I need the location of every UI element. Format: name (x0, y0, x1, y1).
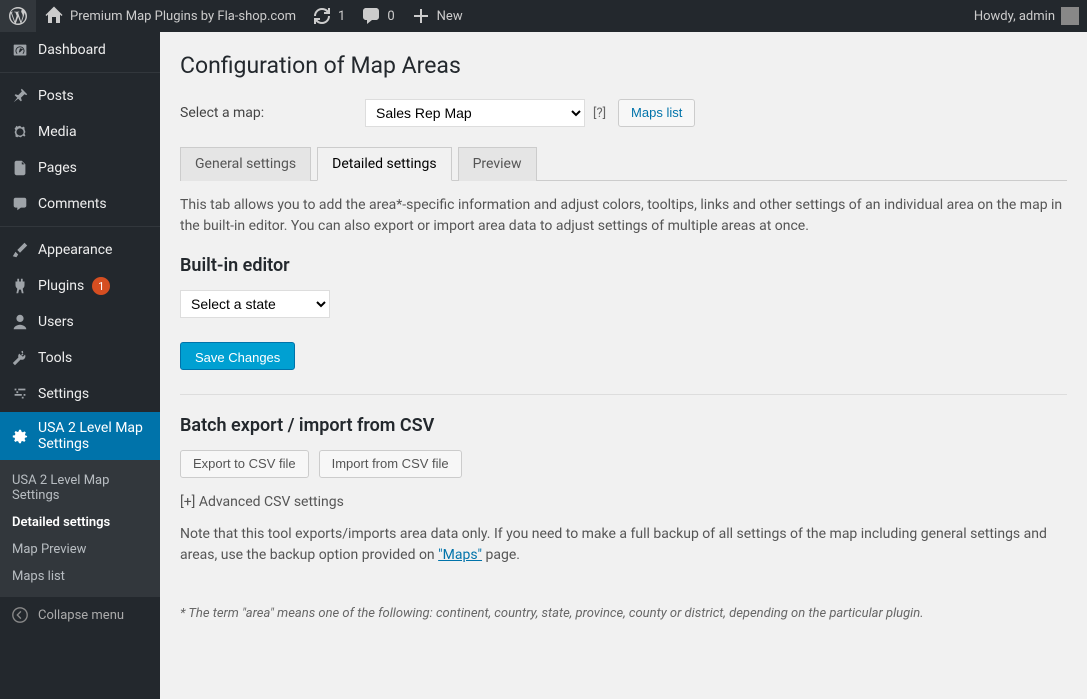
plug-icon (10, 276, 30, 296)
submenu-settings[interactable]: USA 2 Level Map Settings (0, 467, 160, 509)
new-label: New (437, 9, 463, 24)
wp-logo[interactable] (0, 0, 36, 32)
brush-icon (10, 240, 30, 260)
menu-pages[interactable]: Pages (0, 150, 160, 186)
divider (180, 394, 1067, 395)
menu-plugins[interactable]: Plugins 1 (0, 268, 160, 304)
tab-description: This tab allows you to add the area*-spe… (180, 195, 1067, 237)
plus-icon (411, 6, 431, 26)
greeting-text: Howdy, admin (974, 9, 1055, 24)
sliders-icon (10, 384, 30, 404)
menu-settings[interactable]: Settings (0, 376, 160, 412)
import-csv-button[interactable]: Import from CSV file (319, 450, 462, 478)
collapse-menu[interactable]: Collapse menu (0, 597, 160, 633)
updates-count: 1 (338, 9, 345, 24)
menu-comments[interactable]: Comments (0, 186, 160, 222)
menu-tools[interactable]: Tools (0, 340, 160, 376)
user-icon (10, 312, 30, 332)
map-select[interactable]: Sales Rep Map (365, 99, 585, 127)
maps-link[interactable]: "Maps" (438, 547, 482, 563)
batch-heading: Batch export / import from CSV (180, 415, 1067, 436)
pin-icon (10, 86, 30, 106)
tab-nav: General settings Detailed settings Previ… (180, 147, 1067, 181)
submenu-detailed[interactable]: Detailed settings (0, 509, 160, 536)
footnote: * The term "area" means one of the follo… (180, 606, 1067, 621)
media-icon (10, 122, 30, 142)
plugins-badge: 1 (92, 277, 110, 295)
wordpress-icon (8, 6, 28, 26)
advanced-csv-toggle[interactable]: [+] Advanced CSV settings (180, 494, 1067, 510)
comments-bar[interactable]: 0 (353, 0, 402, 32)
state-select[interactable]: Select a state (180, 290, 330, 318)
menu-appearance[interactable]: Appearance (0, 232, 160, 268)
menu-media[interactable]: Media (0, 114, 160, 150)
home-icon (44, 6, 64, 26)
tab-preview[interactable]: Preview (458, 147, 537, 181)
save-button[interactable]: Save Changes (180, 342, 295, 370)
menu-users[interactable]: Users (0, 304, 160, 340)
comments-count: 0 (387, 9, 394, 24)
updates[interactable]: 1 (304, 0, 353, 32)
submenu-maps-list[interactable]: Maps list (0, 563, 160, 590)
wrench-icon (10, 348, 30, 368)
submenu-preview[interactable]: Map Preview (0, 536, 160, 563)
select-map-label: Select a map: (180, 105, 365, 121)
admin-sidebar: Dashboard Posts Media Pages Comments App… (0, 32, 160, 699)
menu-dashboard[interactable]: Dashboard (0, 32, 160, 68)
maps-list-button[interactable]: Maps list (618, 99, 695, 127)
gear-icon (10, 426, 30, 446)
page-icon (10, 158, 30, 178)
export-csv-button[interactable]: Export to CSV file (180, 450, 309, 478)
comments-icon (10, 194, 30, 214)
comment-bubble-icon (361, 6, 381, 26)
menu-posts[interactable]: Posts (0, 78, 160, 114)
site-name[interactable]: Premium Map Plugins by Fla-shop.com (36, 0, 304, 32)
user-greeting[interactable]: Howdy, admin (966, 0, 1087, 32)
new-content[interactable]: New (403, 0, 471, 32)
tab-general[interactable]: General settings (180, 147, 311, 181)
tab-detailed[interactable]: Detailed settings (317, 147, 451, 181)
menu-usa-map[interactable]: USA 2 Level Map Settings (0, 412, 160, 460)
editor-heading: Built-in editor (180, 255, 1067, 276)
submenu-usa-map: USA 2 Level Map Settings Detailed settin… (0, 460, 160, 597)
help-link[interactable]: [?] (593, 106, 606, 121)
dashboard-icon (10, 40, 30, 60)
csv-note: Note that this tool exports/imports area… (180, 524, 1067, 566)
page-title: Configuration of Map Areas (180, 52, 1067, 79)
site-title-text: Premium Map Plugins by Fla-shop.com (70, 9, 296, 24)
collapse-icon (10, 605, 30, 625)
update-icon (312, 6, 332, 26)
avatar-icon (1061, 7, 1079, 25)
main-content: Configuration of Map Areas Select a map:… (160, 32, 1087, 699)
